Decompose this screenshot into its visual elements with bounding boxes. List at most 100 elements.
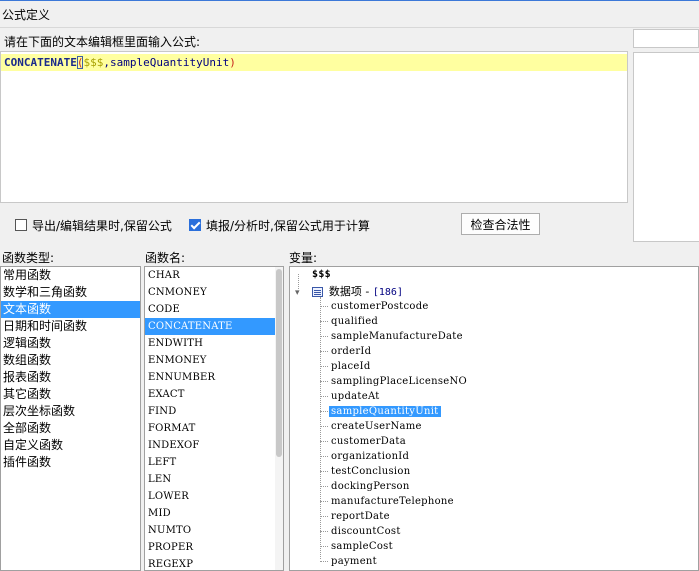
- formula-function-token: CONCATENATE: [4, 56, 77, 69]
- category-item[interactable]: 自定义函数: [1, 437, 140, 454]
- function-item[interactable]: FIND: [145, 403, 276, 420]
- tree-root-label: $$$: [312, 269, 331, 280]
- formula-variable-token: $$$: [83, 56, 104, 69]
- tree-guide: [320, 426, 328, 427]
- variable-item[interactable]: payment: [329, 554, 379, 569]
- variable-item-label: sampleManufactureDate: [331, 331, 463, 342]
- function-item[interactable]: CODE: [145, 301, 276, 318]
- checkbox-keep-formula-export[interactable]: [15, 219, 27, 231]
- category-item[interactable]: 逻辑函数: [1, 335, 140, 352]
- checkbox-keep-formula-calc[interactable]: [189, 219, 201, 231]
- tree-guide: [320, 471, 328, 472]
- collapse-toggle-icon[interactable]: ▾: [295, 288, 300, 298]
- function-list-scroll-thumb[interactable]: [276, 269, 282, 457]
- function-item[interactable]: NUMTO: [145, 522, 276, 539]
- variable-item[interactable]: orderId: [329, 344, 373, 359]
- variable-item[interactable]: sampleCost: [329, 539, 395, 554]
- variable-item[interactable]: samplingPlaceLicenseNO: [329, 374, 469, 389]
- function-item[interactable]: LOWER: [145, 488, 276, 505]
- tree-guide: [320, 546, 328, 547]
- tree-guide: [320, 486, 328, 487]
- tree-guide: [320, 516, 328, 517]
- function-item[interactable]: PROPER: [145, 539, 276, 556]
- function-item[interactable]: MID: [145, 505, 276, 522]
- group-label: 数据项: [328, 285, 362, 298]
- function-item[interactable]: CONCATENATE: [145, 318, 276, 335]
- variable-item[interactable]: placeId: [329, 359, 373, 374]
- variable-item[interactable]: discountCost: [329, 524, 403, 539]
- tree-guide: [320, 336, 328, 337]
- function-item[interactable]: CNMONEY: [145, 284, 276, 301]
- variable-item[interactable]: dockingPerson: [329, 479, 412, 494]
- function-item[interactable]: ENMONEY: [145, 352, 276, 369]
- group-count: [186]: [372, 287, 403, 298]
- category-item[interactable]: 层次坐标函数: [1, 403, 140, 420]
- description-panel: [633, 52, 699, 242]
- option-keep-formula-calc-label: 填报/分析时,保留公式用于计算: [206, 218, 370, 233]
- title-divider: [0, 27, 699, 28]
- tree-guide: [320, 501, 328, 502]
- variable-item[interactable]: organizationId: [329, 449, 411, 464]
- group-separator: -: [361, 285, 373, 298]
- variable-item-label: testConclusion: [331, 466, 411, 477]
- category-item[interactable]: 报表函数: [1, 369, 140, 386]
- description-search-input[interactable]: [633, 29, 699, 48]
- variable-item-label: reportDate: [331, 511, 390, 522]
- variable-item[interactable]: manufactureTelephone: [329, 494, 456, 509]
- formula-argument-token: ,sampleQuantityUnit: [103, 56, 230, 69]
- variable-item[interactable]: customerData: [329, 434, 408, 449]
- variable-item[interactable]: customerPostcode: [329, 299, 431, 314]
- category-list[interactable]: 常用函数 数学和三角函数 文本函数 日期和时间函数 逻辑函数 数组函数 报表函数 其它函数 层次…: [0, 266, 141, 571]
- formula-line-current[interactable]: CONCATENATE($$$,sampleQuantityUnit): [1, 54, 627, 71]
- check-validity-button[interactable]: 检查合法性: [461, 213, 540, 235]
- variable-item[interactable]: sampleManufactureDate: [329, 329, 465, 344]
- category-item[interactable]: 数学和三角函数: [1, 284, 140, 301]
- variable-item[interactable]: reportDate: [329, 509, 392, 524]
- variable-item-label: sampleCost: [331, 541, 393, 552]
- variable-item[interactable]: createUserName: [329, 419, 424, 434]
- function-item[interactable]: LEN: [145, 471, 276, 488]
- accent-line: [0, 0, 699, 1]
- option-keep-formula-calc[interactable]: 填报/分析时,保留公式用于计算: [189, 216, 370, 234]
- variable-item-label: customerData: [331, 436, 406, 447]
- category-item[interactable]: 数组函数: [1, 352, 140, 369]
- function-list[interactable]: CHAR CNMONEY CODE CONCATENATE ENDWITH ENMONEY…: [144, 266, 284, 571]
- formula-editor[interactable]: CONCATENATE($$$,sampleQuantityUnit): [0, 51, 628, 203]
- tree-group-data-items[interactable]: ▾ 数据项 - [186]: [295, 284, 403, 299]
- function-item[interactable]: CHAR: [145, 267, 276, 284]
- variable-item-label: updateAt: [331, 391, 380, 402]
- function-list-scrollbar[interactable]: [275, 267, 283, 570]
- variable-tree[interactable]: $$$ ▾ 数据项 - [186] customerPostcode qualif…: [289, 266, 699, 571]
- tree-guide: [320, 381, 328, 382]
- function-item[interactable]: FORMAT: [145, 420, 276, 437]
- category-item[interactable]: 文本函数: [1, 301, 140, 318]
- category-item[interactable]: 常用函数: [1, 267, 140, 284]
- category-header: 函数类型:: [2, 251, 55, 265]
- variable-item-label: dockingPerson: [331, 481, 410, 492]
- category-item[interactable]: 插件函数: [1, 454, 140, 471]
- variable-item-label: orderId: [331, 346, 372, 357]
- tree-root[interactable]: $$$: [310, 267, 333, 282]
- variable-item[interactable]: qualified: [329, 314, 380, 329]
- function-item[interactable]: LEFT: [145, 454, 276, 471]
- tree-guide: [320, 456, 328, 457]
- variable-item-label: placeId: [331, 361, 371, 372]
- data-group-icon: [311, 287, 323, 297]
- variable-item[interactable]: sampleQuantityUnit: [329, 404, 441, 419]
- function-item[interactable]: EXACT: [145, 386, 276, 403]
- tree-guide: [320, 561, 328, 562]
- category-item[interactable]: 全部函数: [1, 420, 140, 437]
- option-keep-formula-export[interactable]: 导出/编辑结果时,保留公式: [15, 216, 172, 234]
- category-item[interactable]: 日期和时间函数: [1, 318, 140, 335]
- variable-item[interactable]: testConclusion: [329, 464, 412, 479]
- function-item[interactable]: INDEXOF: [145, 437, 276, 454]
- variable-item-label: samplingPlaceLicenseNO: [331, 376, 468, 387]
- function-item[interactable]: ENDWITH: [145, 335, 276, 352]
- function-item[interactable]: REGEXP: [145, 556, 276, 570]
- function-items: CHAR CNMONEY CODE CONCATENATE ENDWITH ENMONEY…: [145, 267, 276, 570]
- variable-item-label: organizationId: [331, 451, 410, 462]
- category-item[interactable]: 其它函数: [1, 386, 140, 403]
- function-item[interactable]: ENNUMBER: [145, 369, 276, 386]
- variable-item[interactable]: updateAt: [329, 389, 382, 404]
- variable-item-label: qualified: [331, 316, 379, 327]
